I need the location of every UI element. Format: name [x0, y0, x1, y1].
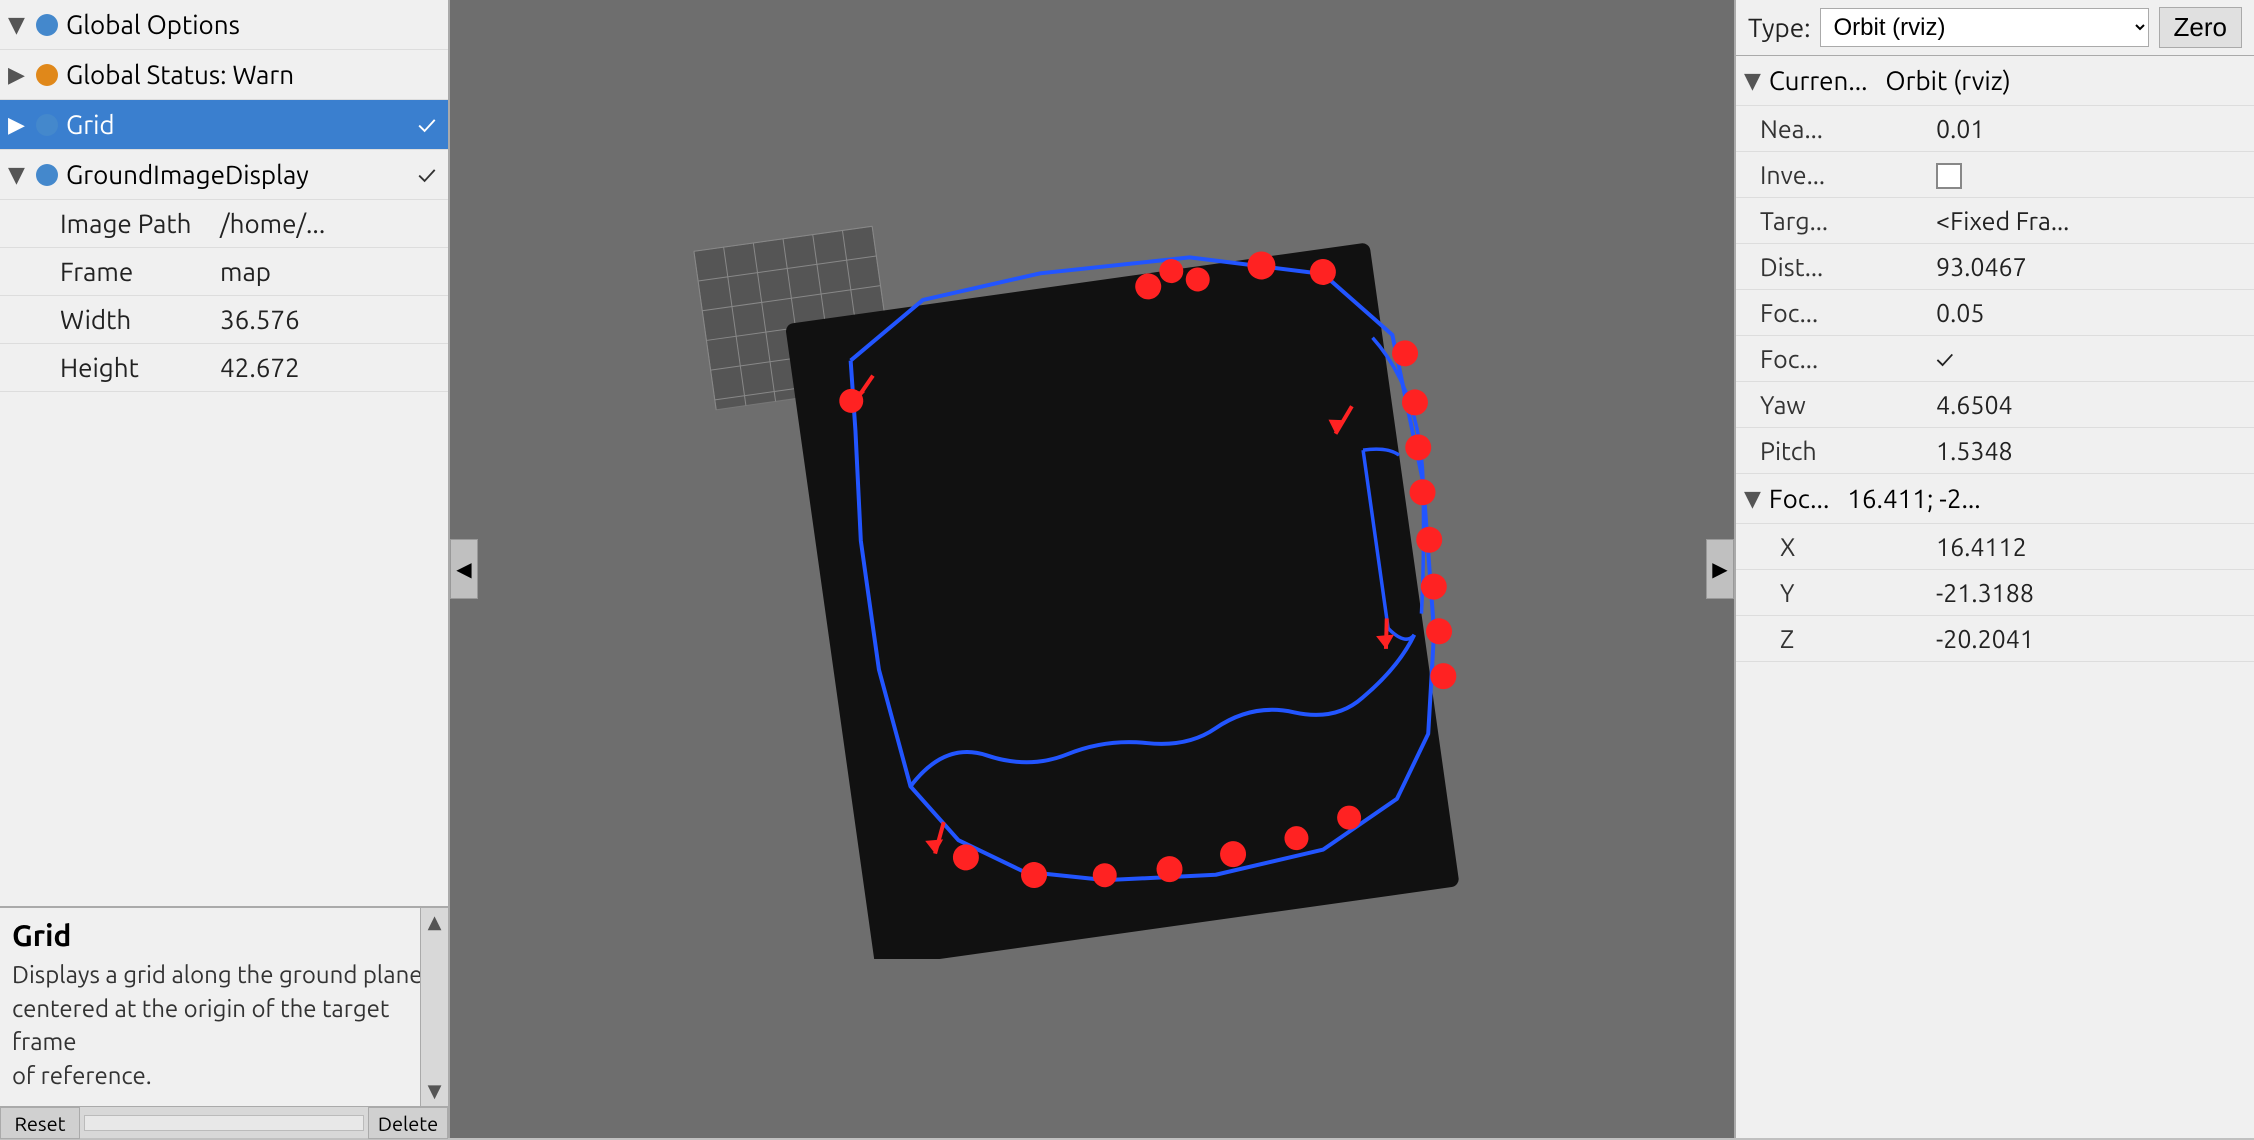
right-prop-distance: Dist... 93.0467: [1736, 244, 2254, 290]
tree-label-global-options: Global Options: [66, 10, 448, 39]
collapse-arrow-icon: ◀: [456, 557, 471, 581]
right-prop-value-yaw[interactable]: 4.6504: [1936, 391, 2254, 419]
right-prop-value-focal-z[interactable]: -20.2041: [1936, 625, 2254, 653]
tree-row-global-options[interactable]: ▼ Global Options: [0, 0, 448, 50]
right-prop-name-focal-y: Y: [1736, 579, 1936, 607]
prop-name-width: Width: [0, 305, 220, 334]
expand-arrow-global-options[interactable]: ▼: [8, 12, 36, 38]
right-prop-focal-shape-size: Foc... 0.05: [1736, 290, 2254, 336]
dot-global-options: [36, 14, 58, 36]
expand-arrow-focal-point[interactable]: ▼: [1744, 486, 1761, 512]
tree-check-ground-image[interactable]: ✓: [418, 160, 448, 189]
description-title: Grid: [12, 918, 436, 952]
right-prop-value-focal-x[interactable]: 16.4112: [1936, 533, 2254, 561]
right-prop-value-focal-y[interactable]: -21.3188: [1936, 579, 2254, 607]
right-section-current-view[interactable]: ▼ Curren... Orbit (rviz): [1736, 56, 2254, 106]
prop-row-height: Height 42.672: [0, 344, 448, 392]
left-panel: ▼ Global Options ▶ Global Status: Warn ▶…: [0, 0, 450, 1138]
prop-value-image-path[interactable]: /home/...: [220, 209, 448, 238]
right-prop-focal-shape-fixed-size: Foc... ✓: [1736, 336, 2254, 382]
dot-grid: [36, 114, 58, 136]
bottom-scrollbar[interactable]: [84, 1115, 364, 1131]
right-prop-value-focal-shape-fixed-size[interactable]: ✓: [1936, 345, 2254, 373]
expand-right-button[interactable]: ▶: [1706, 539, 1734, 599]
right-panel: Type: Orbit (rviz) Zero ▼ Curren... Orbi…: [1734, 0, 2254, 1138]
prop-row-width: Width 36.576: [0, 296, 448, 344]
right-prop-name-invert-zoom: Inve...: [1736, 161, 1936, 189]
tree-label-grid: Grid: [66, 110, 418, 139]
section-title-truncated: Curren...: [1769, 66, 1868, 95]
tree-row-grid[interactable]: ▶ Grid ✓: [0, 100, 448, 150]
right-prop-name-focal-x: X: [1736, 533, 1936, 561]
tree-section: ▼ Global Options ▶ Global Status: Warn ▶…: [0, 0, 448, 906]
tree-label-global-status: Global Status: Warn: [66, 60, 448, 89]
right-prop-name-focal-shape-fixed-size: Foc...: [1736, 345, 1936, 373]
right-prop-invert-zoom: Inve...: [1736, 152, 2254, 198]
bottom-bar: Reset Delete: [0, 1106, 448, 1138]
dot-ground-image: [36, 164, 58, 186]
right-prop-name-focal-z: Z: [1736, 625, 1936, 653]
description-text: Displays a grid along the ground plane,c…: [12, 958, 436, 1092]
scroll-up-arrow[interactable]: ▲: [428, 912, 442, 933]
invert-zoom-checkbox[interactable]: [1936, 163, 1962, 189]
description-box: Grid Displays a grid along the ground pl…: [0, 906, 448, 1106]
expand-arrow-global-status[interactable]: ▶: [8, 62, 36, 88]
right-prop-value-near-clip[interactable]: 0.01: [1936, 115, 2254, 143]
tree-check-grid[interactable]: ✓: [418, 110, 448, 139]
right-prop-name-yaw: Yaw: [1736, 391, 1936, 419]
expand-arrow-ground-image[interactable]: ▼: [8, 162, 36, 188]
focal-point-value: 16.411; -2...: [1847, 484, 1980, 513]
type-select[interactable]: Orbit (rviz): [1820, 8, 2148, 47]
prop-name-image-path: Image Path: [0, 209, 220, 238]
dot-global-status: [36, 64, 58, 86]
right-prop-target-frame: Targ... <Fixed Fra...: [1736, 198, 2254, 244]
center-viewport[interactable]: ◀: [450, 0, 1734, 1138]
prop-name-frame: Frame: [0, 257, 220, 286]
right-prop-name-distance: Dist...: [1736, 253, 1936, 281]
section-title-focal-point: Foc... 16.411; -2...: [1769, 484, 1981, 513]
reset-button[interactable]: Reset: [0, 1107, 80, 1139]
right-prop-value-pitch[interactable]: 1.5348: [1936, 437, 2254, 465]
expand-arrow-grid[interactable]: ▶: [8, 112, 36, 138]
section-title-current-view: Curren... Orbit (rviz): [1769, 66, 2011, 95]
prop-row-frame: Frame map: [0, 248, 448, 296]
right-prop-focal-x: X 16.4112: [1736, 524, 2254, 570]
prop-name-height: Height: [0, 353, 220, 382]
rviz-map-svg: [682, 179, 1502, 959]
expand-arrow-icon: ▶: [1712, 557, 1727, 581]
right-top-bar: Type: Orbit (rviz) Zero: [1736, 0, 2254, 56]
prop-value-width[interactable]: 36.576: [220, 305, 448, 334]
type-label: Type:: [1748, 13, 1810, 42]
expand-arrow-current-view[interactable]: ▼: [1744, 68, 1761, 94]
right-prop-value-focal-shape-size[interactable]: 0.05: [1936, 299, 2254, 327]
tree-row-global-status[interactable]: ▶ Global Status: Warn: [0, 50, 448, 100]
right-prop-value-target-frame[interactable]: <Fixed Fra...: [1936, 207, 2254, 235]
focal-point-title: Foc...: [1769, 484, 1829, 513]
zero-button[interactable]: Zero: [2159, 7, 2242, 48]
prop-row-image-path: Image Path /home/...: [0, 200, 448, 248]
prop-value-height[interactable]: 42.672: [220, 353, 448, 382]
description-scrollbar[interactable]: ▲ ▼: [420, 908, 448, 1106]
right-prop-pitch: Pitch 1.5348: [1736, 428, 2254, 474]
delete-button[interactable]: Delete: [368, 1107, 448, 1139]
right-prop-yaw: Yaw 4.6504: [1736, 382, 2254, 428]
right-section-focal-point[interactable]: ▼ Foc... 16.411; -2...: [1736, 474, 2254, 524]
map-canvas: [478, 0, 1706, 1138]
right-prop-name-focal-shape-size: Foc...: [1736, 299, 1936, 327]
right-prop-focal-y: Y -21.3188: [1736, 570, 2254, 616]
right-prop-name-target-frame: Targ...: [1736, 207, 1936, 235]
section-title-full: Orbit (rviz): [1885, 66, 2010, 95]
right-prop-name-near-clip: Nea...: [1736, 115, 1936, 143]
collapse-left-button[interactable]: ◀: [450, 539, 478, 599]
prop-value-frame[interactable]: map: [220, 257, 448, 286]
right-prop-name-pitch: Pitch: [1736, 437, 1936, 465]
tree-row-ground-image-display[interactable]: ▼ GroundImageDisplay ✓: [0, 150, 448, 200]
right-prop-value-distance[interactable]: 93.0467: [1936, 253, 2254, 281]
right-prop-focal-z: Z -20.2041: [1736, 616, 2254, 662]
scroll-down-arrow[interactable]: ▼: [428, 1081, 442, 1102]
tree-label-ground-image: GroundImageDisplay: [66, 160, 418, 189]
right-prop-near-clip: Nea... 0.01: [1736, 106, 2254, 152]
right-prop-value-invert-zoom[interactable]: [1936, 160, 2254, 190]
